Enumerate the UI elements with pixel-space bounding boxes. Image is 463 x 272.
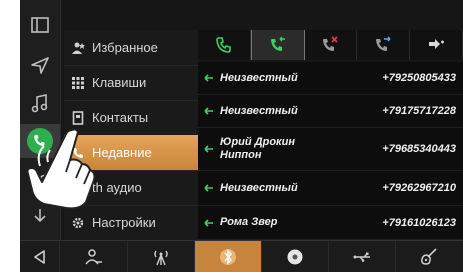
recent-calls-list: Неизвестный +79250805433 Неизвестный +79… bbox=[198, 62, 463, 240]
menu-item-favorites[interactable]: Избранное bbox=[64, 30, 198, 66]
caller-name: Неизвестный bbox=[220, 71, 298, 84]
caller-number: +79262967210 bbox=[382, 182, 456, 194]
call-row[interactable]: Неизвестный +79175717228 bbox=[198, 95, 463, 128]
call-row[interactable]: Рома Звер +79161026123 bbox=[198, 206, 463, 240]
phone-icon bbox=[216, 37, 231, 53]
usb-icon bbox=[353, 252, 370, 262]
favorites-person-icon bbox=[64, 41, 92, 55]
incoming-arrow-icon bbox=[198, 145, 220, 153]
aux-guitar-icon bbox=[421, 248, 438, 265]
menu-item-keypad[interactable]: Клавиши bbox=[64, 65, 198, 101]
caller-name: Юрий Дрокин Ниппон bbox=[220, 136, 295, 161]
call-row[interactable]: Неизвестный +79262967210 bbox=[198, 171, 463, 206]
caller-number: +79685340443 bbox=[382, 143, 456, 155]
caller-number: +79175717228 bbox=[382, 105, 456, 117]
menu-item-label: Контакты bbox=[92, 110, 149, 125]
menu-item-label: Клавиши bbox=[92, 75, 147, 90]
navigation-icon bbox=[31, 57, 49, 74]
call-log-more-icon bbox=[429, 39, 445, 49]
menu-item-label: Настройки bbox=[92, 215, 156, 230]
screen-mode-button[interactable] bbox=[20, 8, 60, 42]
menu-item-label: Избранное bbox=[92, 40, 158, 55]
tab-incoming[interactable] bbox=[250, 30, 305, 60]
caller-number: +79161026123 bbox=[382, 216, 456, 229]
back-triangle-icon bbox=[33, 250, 45, 264]
source-bar bbox=[20, 240, 463, 272]
contacts-people-icon bbox=[84, 249, 102, 265]
incoming-call-icon bbox=[270, 36, 285, 51]
source-usb-button[interactable] bbox=[329, 241, 396, 272]
incoming-arrow-icon bbox=[198, 107, 220, 115]
music-note-icon bbox=[31, 94, 48, 113]
caller-name: Рома Звер bbox=[220, 216, 278, 228]
antenna-icon bbox=[153, 250, 168, 266]
incoming-arrow-icon bbox=[198, 74, 220, 82]
call-row[interactable]: Неизвестный +79250805433 bbox=[198, 62, 463, 95]
source-bluetooth-button[interactable] bbox=[194, 241, 262, 272]
incoming-arrow-icon bbox=[198, 184, 220, 192]
tab-outgoing[interactable] bbox=[357, 30, 411, 60]
keypad-icon bbox=[64, 76, 92, 90]
back-button[interactable] bbox=[20, 241, 61, 272]
settings-gear-icon bbox=[64, 216, 92, 230]
menu-item-label: Недавние bbox=[92, 145, 152, 160]
menu-item-settings[interactable]: Настройки bbox=[64, 205, 198, 241]
caller-number: +79250805433 bbox=[382, 72, 456, 84]
pointing-hand-icon bbox=[26, 128, 96, 210]
caller-name: Неизвестный bbox=[220, 181, 298, 194]
screen-mode-icon bbox=[31, 17, 49, 33]
source-aux-button[interactable] bbox=[396, 241, 463, 272]
source-disc-button[interactable] bbox=[262, 241, 329, 272]
bluetooth-icon bbox=[219, 249, 236, 265]
source-radio-button[interactable] bbox=[128, 241, 195, 272]
incoming-arrow-icon bbox=[198, 218, 220, 227]
source-contacts-button[interactable] bbox=[60, 241, 128, 272]
navigation-button[interactable] bbox=[20, 48, 60, 82]
music-button[interactable] bbox=[20, 86, 60, 120]
missed-call-icon bbox=[323, 36, 339, 51]
caller-name: Неизвестный bbox=[220, 104, 298, 117]
call-row[interactable]: Юрий Дрокин Ниппон +79685340443 bbox=[198, 128, 463, 171]
tab-missed[interactable] bbox=[305, 30, 358, 60]
tab-more[interactable] bbox=[410, 30, 463, 60]
tab-all-calls[interactable] bbox=[198, 30, 251, 60]
call-filter-tabs bbox=[198, 30, 463, 60]
disc-icon bbox=[287, 249, 303, 265]
outgoing-call-icon bbox=[376, 36, 391, 51]
